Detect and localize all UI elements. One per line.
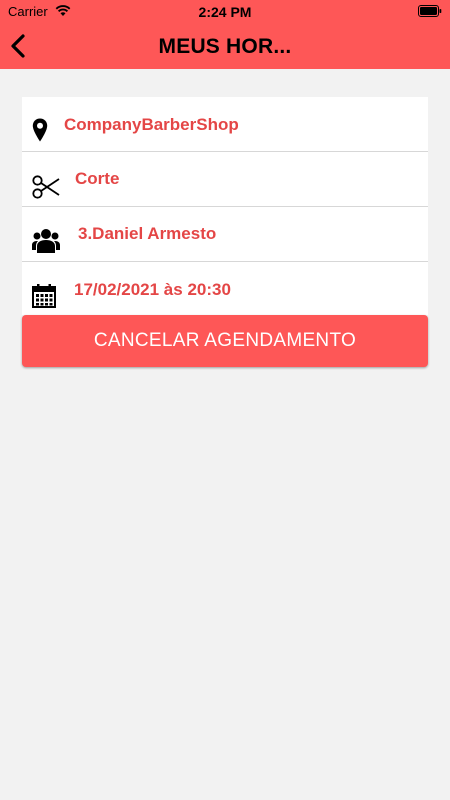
clock: 2:24 PM [198, 4, 252, 20]
detail-row-location: CompanyBarberShop [22, 97, 428, 152]
status-bar: Carrier 2:24 PM [0, 0, 450, 22]
top-bar: Carrier 2:24 PM MEUS HOR... [0, 0, 450, 69]
page-title: MEUS HOR... [158, 35, 292, 58]
professional-value: 3.Daniel Armesto [78, 224, 217, 243]
location-pin-icon [32, 118, 48, 142]
service-value: Corte [75, 169, 120, 188]
detail-row-professional: 3.Daniel Armesto [22, 207, 428, 262]
users-icon [32, 229, 60, 253]
cancel-appointment-button[interactable]: CANCELAR AGENDAMENTO [22, 315, 428, 367]
detail-row-service: Corte [22, 152, 428, 207]
nav-bar: MEUS HOR... [0, 22, 450, 69]
location-value: CompanyBarberShop [64, 115, 239, 134]
appointment-details-card: CompanyBarberShop Corte 3.Daniel Armesto [22, 97, 428, 315]
datetime-value: 17/02/2021 às 20:30 [74, 280, 231, 299]
scissors-icon [32, 175, 60, 199]
calendar-icon [32, 284, 56, 308]
battery-icon [418, 5, 442, 17]
detail-row-datetime: 17/02/2021 às 20:30 [22, 262, 428, 315]
